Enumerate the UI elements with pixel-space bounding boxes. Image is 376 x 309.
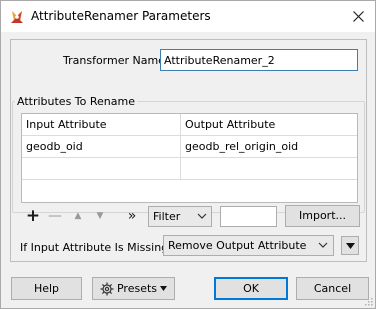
ok-button[interactable]: OK (214, 277, 288, 300)
filter-dropdown-value: Filter (153, 210, 181, 223)
transformer-name-label: Transformer Name: (63, 54, 169, 67)
transformer-name-input[interactable] (160, 49, 358, 71)
column-header-input[interactable]: Input Attribute (22, 114, 181, 136)
missing-attribute-value: Remove Output Attribute (168, 239, 307, 252)
attributes-group-title: Attributes To Rename (15, 95, 137, 108)
presets-label: Presets (116, 282, 158, 295)
chevron-down-icon (318, 242, 328, 248)
help-button[interactable]: Help (11, 277, 82, 300)
dialog-window: AttributeRenamer Parameters Transformer … (0, 0, 376, 309)
remove-row-icon[interactable]: — (46, 207, 64, 225)
close-button[interactable] (341, 1, 375, 32)
expand-icon[interactable]: » (123, 207, 141, 225)
missing-attribute-dropdown[interactable]: Remove Output Attribute (163, 235, 334, 256)
presets-button[interactable]: Presets (92, 277, 175, 300)
missing-attribute-label: If Input Attribute Is Missing: (20, 241, 172, 254)
filter-dropdown[interactable]: Filter (148, 206, 212, 227)
table-toolbar: + — ▲ ▼ » Filter Import... (11, 205, 366, 229)
move-down-icon[interactable]: ▼ (91, 207, 109, 225)
gear-icon (100, 282, 114, 295)
move-up-icon[interactable]: ▲ (69, 207, 87, 225)
dialog-body: Transformer Name: Attributes To Rename I… (10, 39, 367, 262)
import-button[interactable]: Import... (285, 205, 360, 227)
window-title: AttributeRenamer Parameters (31, 9, 211, 23)
output-attribute-cell[interactable]: geodb_rel_origin_oid (181, 136, 357, 158)
input-attribute-cell[interactable] (22, 158, 181, 180)
chevron-down-icon (197, 213, 207, 219)
resize-grip-icon[interactable] (363, 296, 373, 306)
close-icon (352, 11, 364, 22)
fme-transformer-icon (9, 9, 25, 25)
table-row[interactable]: geodb_oid geodb_rel_origin_oid (22, 136, 357, 158)
filter-input[interactable] (220, 206, 277, 227)
missing-attribute-menu-button[interactable] (341, 236, 359, 255)
attributes-group: Attributes To Rename Input Attribute Out… (11, 95, 366, 213)
output-attribute-cell[interactable] (181, 158, 357, 180)
title-bar: AttributeRenamer Parameters (1, 1, 375, 32)
triangle-down-icon (160, 286, 168, 291)
table-header-row: Input Attribute Output Attribute (22, 114, 357, 136)
add-row-icon[interactable]: + (24, 206, 42, 226)
input-attribute-cell[interactable]: geodb_oid (22, 136, 181, 158)
cancel-button[interactable]: Cancel (296, 277, 369, 300)
attributes-table[interactable]: Input Attribute Output Attribute geodb_o… (21, 113, 358, 203)
triangle-down-icon (345, 242, 355, 249)
column-header-output[interactable]: Output Attribute (181, 114, 357, 136)
table-row[interactable] (22, 158, 357, 180)
